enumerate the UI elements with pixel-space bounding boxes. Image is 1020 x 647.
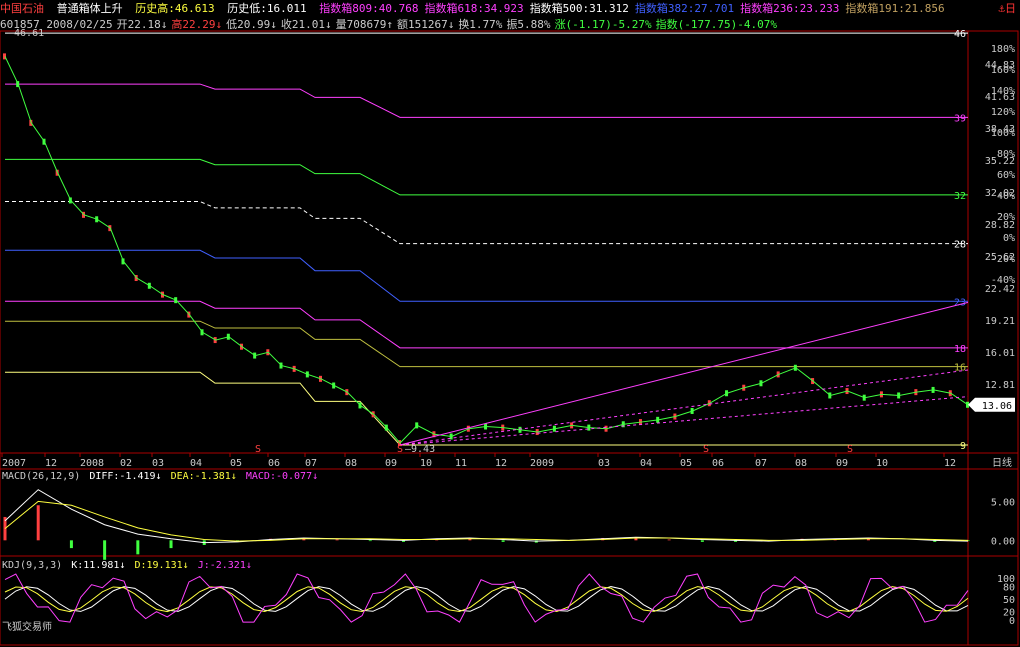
box-level-line — [5, 320, 968, 368]
box-level-label: 39 — [954, 113, 966, 124]
macd-dea-line — [4, 500, 969, 542]
kdj-ytick: 0 — [1009, 616, 1015, 627]
kdj-title: KDJ(9,3,3) — [2, 560, 63, 571]
x-tick-label: 10 — [420, 458, 432, 469]
kdj-j-label: J:-2.321↓ — [197, 560, 252, 571]
kdj-ytick: 80 — [1003, 583, 1015, 594]
sell-marker: S — [255, 444, 261, 455]
kdj-d-label: D:19.131↓ — [134, 560, 189, 571]
sell-marker: S — [847, 444, 853, 455]
period-label: 日线 — [992, 456, 1012, 469]
trend-line-upper — [399, 301, 969, 446]
box-level-line — [5, 158, 968, 196]
x-tick-label: 04 — [640, 458, 652, 469]
chart-canvas[interactable]: 180%160%140%120%100%80%60%40%20%0%-20%-4… — [0, 0, 1020, 647]
price-series-line — [4, 56, 969, 444]
macd-ytick: 5.00 — [991, 497, 1015, 508]
macd-title: MACD(26,12,9) — [2, 471, 81, 482]
box-level-line — [5, 201, 968, 245]
x-tick-label: 08 — [345, 458, 357, 469]
box-level-line — [5, 300, 968, 349]
pct-tick-label: 120% — [991, 107, 1015, 118]
x-tick-label: 04 — [190, 458, 202, 469]
box-level-label: 18 — [954, 344, 966, 355]
box-level-label: 23 — [954, 297, 966, 308]
box-level-label: 46 — [954, 29, 966, 40]
x-tick-label: 2007 — [2, 458, 26, 469]
macd-diff-label: DIFF:-1.419↓ — [89, 471, 162, 482]
kdj-k-line — [4, 586, 969, 612]
kdj-ytick: 50 — [1003, 595, 1015, 606]
x-tick-label: 10 — [876, 458, 888, 469]
macd-legend: MACD(26,12,9) DIFF:-1.419↓ DEA:-1.381↓ M… — [2, 471, 321, 482]
x-tick-label: 03 — [152, 458, 164, 469]
kdj-legend: KDJ(9,3,3) K:11.981↓ D:19.131↓ J:-2.321↓ — [2, 560, 255, 571]
sell-marker: S — [703, 444, 709, 455]
price-tick-label: 44.83 — [985, 60, 1015, 71]
macd-macd-label: MACD:-0.077↓ — [245, 471, 319, 482]
pct-tick-label: 0% — [1003, 233, 1015, 244]
x-tick-label: 09 — [836, 458, 848, 469]
app-brand: 飞狐交易师 — [2, 622, 52, 633]
current-price-text: 13.06 — [982, 401, 1012, 412]
x-tick-label: 12 — [944, 458, 956, 469]
x-tick-label: 05 — [230, 458, 242, 469]
kdj-k-label: K:11.981↓ — [71, 560, 126, 571]
price-tick-label: 19.21 — [985, 316, 1015, 327]
x-tick-label: 2009 — [530, 458, 554, 469]
x-tick-label: 05 — [680, 458, 692, 469]
price-tick-label: 22.42 — [985, 284, 1015, 295]
macd-ytick: 0.00 — [991, 536, 1015, 547]
x-tick-label: 03 — [598, 458, 610, 469]
x-tick-label: 07 — [305, 458, 317, 469]
x-tick-label: 12 — [495, 458, 507, 469]
box-level-label: 9 — [960, 441, 966, 452]
x-tick-label: 07 — [755, 458, 767, 469]
price-tick-label: 16.01 — [985, 348, 1015, 359]
price-tick-label: 12.81 — [985, 380, 1015, 391]
x-tick-label: 02 — [120, 458, 132, 469]
trend-line-mid — [399, 369, 969, 446]
box-level-line — [5, 371, 968, 446]
price-tick-label: 38.43 — [985, 124, 1015, 135]
price-tick-label: 41.63 — [985, 92, 1015, 103]
x-tick-label: 08 — [795, 458, 807, 469]
macd-dea-label: DEA:-1.381↓ — [170, 471, 237, 482]
box-level-label: 32 — [954, 191, 966, 202]
x-tick-label: 2008 — [80, 458, 104, 469]
price-tick-label: 32.02 — [985, 188, 1015, 199]
high-label: —46.61 — [8, 28, 44, 39]
box-level-line — [5, 249, 968, 302]
box-level-line — [5, 83, 968, 118]
box-level-label: 28 — [954, 240, 966, 251]
x-tick-label: 12 — [45, 458, 57, 469]
sell-marker: S — [397, 444, 403, 455]
price-tick-label: 25.62 — [985, 252, 1015, 263]
price-tick-label: 35.22 — [985, 156, 1015, 167]
x-tick-label: 06 — [712, 458, 724, 469]
macd-diff-line — [4, 489, 969, 544]
x-tick-label: 09 — [385, 458, 397, 469]
kdj-d-line — [4, 586, 969, 613]
outer-frame — [0, 30, 1019, 646]
price-tick-label: 28.82 — [985, 220, 1015, 231]
x-tick-label: 06 — [268, 458, 280, 469]
x-tick-label: 11 — [455, 458, 467, 469]
pct-tick-label: 180% — [991, 44, 1015, 55]
trend-line-lower — [399, 396, 969, 446]
pct-tick-label: 60% — [997, 170, 1015, 181]
